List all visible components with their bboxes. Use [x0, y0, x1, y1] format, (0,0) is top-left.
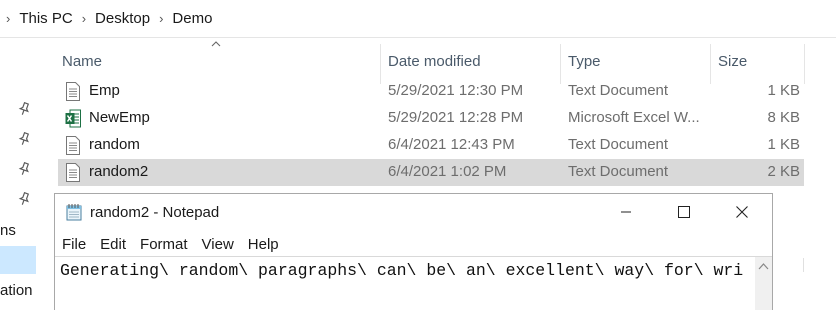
file-row-selected[interactable]: random2 6/4/2021 1:02 PM Text Document 2…: [58, 159, 804, 186]
divider: [803, 258, 804, 272]
explorer-window: › This PC › Desktop › Demo ns ation Name: [0, 0, 836, 310]
menu-format[interactable]: Format: [140, 236, 188, 253]
breadcrumb-desktop[interactable]: Desktop: [95, 10, 150, 27]
minimize-button[interactable]: [597, 194, 655, 230]
column-header-size[interactable]: Size: [718, 53, 747, 70]
menu-help[interactable]: Help: [248, 236, 279, 253]
nav-item-selected[interactable]: [0, 246, 36, 274]
sort-ascending-icon: [211, 38, 221, 50]
column-divider[interactable]: [804, 44, 805, 84]
maximize-icon: [678, 206, 690, 218]
menu-file[interactable]: File: [62, 236, 86, 253]
notepad-window[interactable]: random2 - Notepad File Edit Format View …: [54, 193, 773, 310]
excel-file-icon: [65, 109, 81, 128]
file-date: 5/29/2021 12:28 PM: [388, 109, 524, 126]
close-button[interactable]: [713, 194, 771, 230]
chevron-right-icon[interactable]: ›: [6, 11, 10, 26]
file-row[interactable]: NewEmp 5/29/2021 12:28 PM Microsoft Exce…: [58, 105, 804, 132]
nav-item-label[interactable]: ation: [0, 282, 33, 299]
file-name: Emp: [89, 82, 120, 99]
maximize-button[interactable]: [655, 194, 713, 230]
close-icon: [736, 206, 748, 218]
file-row[interactable]: Emp 5/29/2021 12:30 PM Text Document 1 K…: [58, 78, 804, 105]
file-size: 1 KB: [767, 136, 800, 153]
file-date: 6/4/2021 12:43 PM: [388, 136, 515, 153]
pin-icon[interactable]: [15, 160, 34, 180]
file-type: Text Document: [568, 82, 669, 99]
text-file-icon: [66, 163, 80, 182]
notepad-icon: [66, 204, 82, 221]
file-name: random: [89, 136, 140, 153]
text-file-icon: [66, 136, 80, 155]
file-type: Text Document: [568, 163, 669, 180]
file-size: 1 KB: [767, 82, 800, 99]
file-row[interactable]: random 6/4/2021 12:43 PM Text Document 1…: [58, 132, 804, 159]
notepad-title-bar[interactable]: random2 - Notepad: [55, 194, 772, 232]
notepad-title: random2 - Notepad: [90, 204, 220, 221]
breadcrumb-demo[interactable]: Demo: [172, 10, 212, 27]
file-type: Microsoft Excel W...: [568, 109, 700, 126]
notepad-menu-bar: File Edit Format View Help: [55, 232, 772, 256]
file-date: 5/29/2021 12:30 PM: [388, 82, 524, 99]
breadcrumb-this-pc[interactable]: This PC: [19, 10, 72, 27]
file-size: 2 KB: [767, 163, 800, 180]
pin-icon[interactable]: [15, 190, 34, 210]
menu-view[interactable]: View: [202, 236, 234, 253]
scroll-up-icon[interactable]: [758, 262, 769, 270]
column-header-type[interactable]: Type: [568, 53, 601, 70]
chevron-right-icon[interactable]: ›: [159, 11, 163, 26]
column-header-date[interactable]: Date modified: [388, 53, 481, 70]
column-header-name[interactable]: Name: [62, 53, 102, 70]
notepad-editor[interactable]: Generating\ random\ paragraphs\ can\ be\…: [55, 256, 772, 310]
menu-edit[interactable]: Edit: [100, 236, 126, 253]
vertical-scrollbar[interactable]: [755, 257, 772, 310]
minimize-icon: [621, 211, 631, 213]
file-size: 8 KB: [767, 109, 800, 126]
nav-item-label[interactable]: ns: [0, 222, 16, 239]
file-name: random2: [89, 163, 149, 180]
pin-icon[interactable]: [15, 100, 34, 120]
file-type: Text Document: [568, 136, 669, 153]
text-file-icon: [66, 82, 80, 101]
file-name: NewEmp: [89, 109, 150, 126]
file-date: 6/4/2021 1:02 PM: [388, 163, 507, 180]
navigation-pane: ns ation: [0, 38, 44, 310]
chevron-right-icon[interactable]: ›: [82, 11, 86, 26]
pin-icon[interactable]: [15, 130, 34, 150]
notepad-text[interactable]: Generating\ random\ paragraphs\ can\ be\…: [60, 259, 750, 283]
breadcrumb: › This PC › Desktop › Demo: [0, 0, 836, 36]
